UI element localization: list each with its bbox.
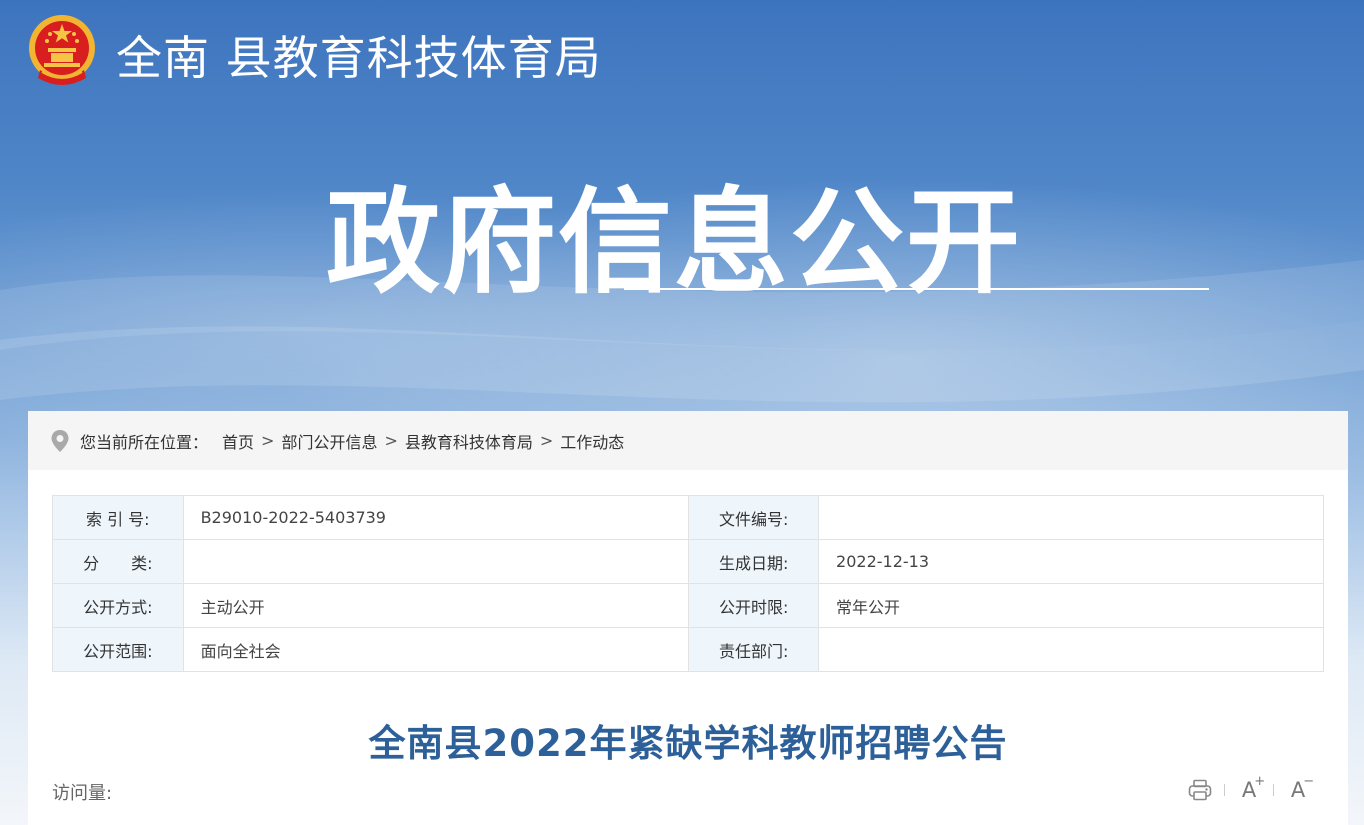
breadcrumb-prefix: 您当前所在位置： xyxy=(80,432,209,452)
hero-title: 政府信息公开 xyxy=(326,176,1023,309)
breadcrumb-bureau[interactable]: 县教育科技体育局 xyxy=(405,429,533,453)
site-title: 全南 县教育科技体育局 xyxy=(116,31,602,85)
responsible-dept-label: 责任部门: xyxy=(688,627,820,672)
disclosure-period-label: 公开时限: xyxy=(688,583,820,628)
document-number-label: 文件编号: xyxy=(688,495,820,540)
index-number-label: 索 引 号: xyxy=(52,495,184,540)
breadcrumb: 您当前所在位置： 首页 > 部门公开信息 > 县教育科技体育局 > 工作动态 xyxy=(28,411,1348,470)
table-row: 公开方式: 主动公开 公开时限: 常年公开 xyxy=(52,583,1324,628)
view-count-label: 访问量: xyxy=(52,783,113,804)
disclosure-scope-value: 面向全社会 xyxy=(182,627,690,672)
responsible-dept-value xyxy=(818,627,1324,672)
hero-underline xyxy=(624,288,1209,290)
font-decrease-icon: A − xyxy=(1291,774,1314,802)
font-decrease-mark: − xyxy=(1303,774,1315,789)
info-metadata-table: 索 引 号: B29010-2022-5403739 文件编号: 分 类: 生成… xyxy=(52,495,1324,672)
table-row: 索 引 号: B29010-2022-5403739 文件编号: xyxy=(52,495,1324,540)
category-value xyxy=(182,539,690,584)
breadcrumb-separator: > xyxy=(384,431,398,450)
tool-divider xyxy=(1273,784,1274,796)
breadcrumb-work-news[interactable]: 工作动态 xyxy=(560,429,624,453)
created-date-value: 2022-12-13 xyxy=(818,539,1324,584)
tool-divider xyxy=(1224,784,1225,796)
breadcrumb-separator: > xyxy=(539,431,554,450)
print-icon xyxy=(1188,779,1212,801)
font-increase-mark: + xyxy=(1254,774,1266,789)
breadcrumb-separator: > xyxy=(261,431,275,450)
disclosure-method-label: 公开方式: xyxy=(52,583,184,628)
location-pin-icon xyxy=(51,429,69,452)
emblem-icon xyxy=(29,15,95,85)
breadcrumb-dept-info[interactable]: 部门公开信息 xyxy=(281,429,377,453)
table-row: 公开范围: 面向全社会 责任部门: xyxy=(52,627,1324,672)
font-increase-icon: A + xyxy=(1242,774,1265,802)
content-panel: 您当前所在位置： 首页 > 部门公开信息 > 县教育科技体育局 > 工作动态 索… xyxy=(28,411,1348,825)
disclosure-method-value: 主动公开 xyxy=(182,583,690,628)
font-decrease-button[interactable]: A − xyxy=(1284,774,1314,803)
font-increase-button[interactable]: A + xyxy=(1235,774,1265,803)
disclosure-period-value: 常年公开 xyxy=(818,583,1324,628)
created-date-label: 生成日期: xyxy=(688,539,820,584)
disclosure-scope-label: 公开范围: xyxy=(52,627,184,672)
table-row: 分 类: 生成日期: 2022-12-13 xyxy=(52,539,1324,584)
index-number-value: B29010-2022-5403739 xyxy=(182,495,690,540)
print-button[interactable] xyxy=(1186,777,1214,803)
category-label: 分 类: xyxy=(52,539,184,584)
breadcrumb-home[interactable]: 首页 xyxy=(222,429,254,453)
article-title: 全南县2022年紧缺学科教师招聘公告 xyxy=(368,722,1008,765)
document-number-value xyxy=(818,495,1324,540)
article-tools: A + A − xyxy=(1186,774,1314,803)
